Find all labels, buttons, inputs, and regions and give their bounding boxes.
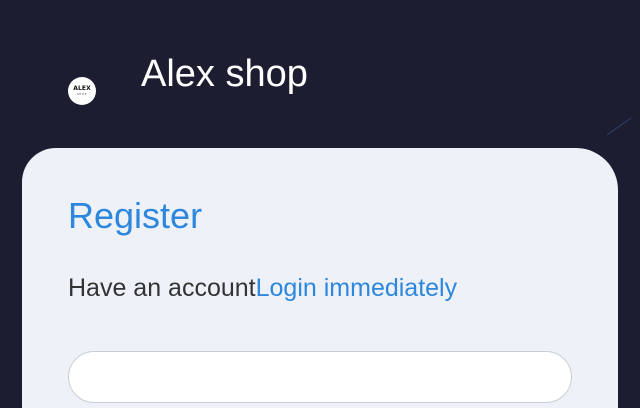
login-link[interactable]: Login immediately xyxy=(256,274,458,302)
app-title: Alex shop xyxy=(141,53,308,95)
logo-subtext: SHOP xyxy=(76,93,88,96)
register-title: Register xyxy=(68,195,203,236)
app-header: ALEX SHOP Alex shop xyxy=(0,0,640,150)
register-input-field[interactable] xyxy=(68,351,572,403)
decorative-line xyxy=(606,117,632,136)
register-card: Register Have an accountLogin immediatel… xyxy=(22,148,618,408)
account-prompt-text: Have an account xyxy=(68,274,256,302)
account-prompt-line: Have an accountLogin immediately xyxy=(68,273,457,303)
shop-logo: ALEX SHOP xyxy=(68,77,96,105)
logo-text: ALEX xyxy=(73,85,91,92)
